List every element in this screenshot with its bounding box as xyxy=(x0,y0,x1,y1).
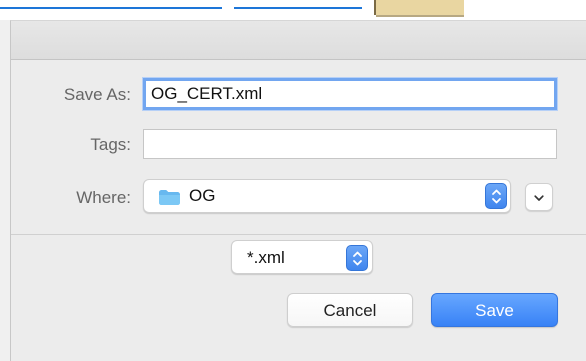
dialog-titlebar xyxy=(11,21,586,60)
expand-dialog-button[interactable] xyxy=(525,183,553,211)
save-as-label: Save As: xyxy=(63,85,131,104)
cancel-button[interactable]: Cancel xyxy=(287,293,413,327)
tags-input[interactable] xyxy=(143,129,557,159)
folder-icon xyxy=(158,188,181,206)
chevron-down-icon xyxy=(534,195,544,201)
background-window-strip xyxy=(0,0,586,20)
dialog-separator xyxy=(11,234,586,235)
save-button[interactable]: Save xyxy=(431,293,558,327)
file-format-value: *.xml xyxy=(247,248,285,267)
up-down-chevron-icon[interactable] xyxy=(346,245,368,271)
where-location-select[interactable]: OG xyxy=(143,179,511,213)
save-dialog: Save As: Tags: Where: OG xyxy=(10,20,586,361)
background-window-edge xyxy=(0,20,10,361)
up-down-chevron-icon[interactable] xyxy=(485,183,507,209)
tags-label: Tags: xyxy=(90,135,131,154)
file-format-select[interactable]: *.xml xyxy=(231,240,373,274)
screenshot-frame: Save As: Tags: Where: OG xyxy=(0,0,586,361)
background-blue-line xyxy=(0,7,222,9)
save-as-input[interactable] xyxy=(143,78,557,110)
background-blue-line xyxy=(234,7,362,9)
where-label: Where: xyxy=(76,188,131,207)
where-folder-name: OG xyxy=(189,186,216,205)
background-folder-preview xyxy=(374,0,464,15)
